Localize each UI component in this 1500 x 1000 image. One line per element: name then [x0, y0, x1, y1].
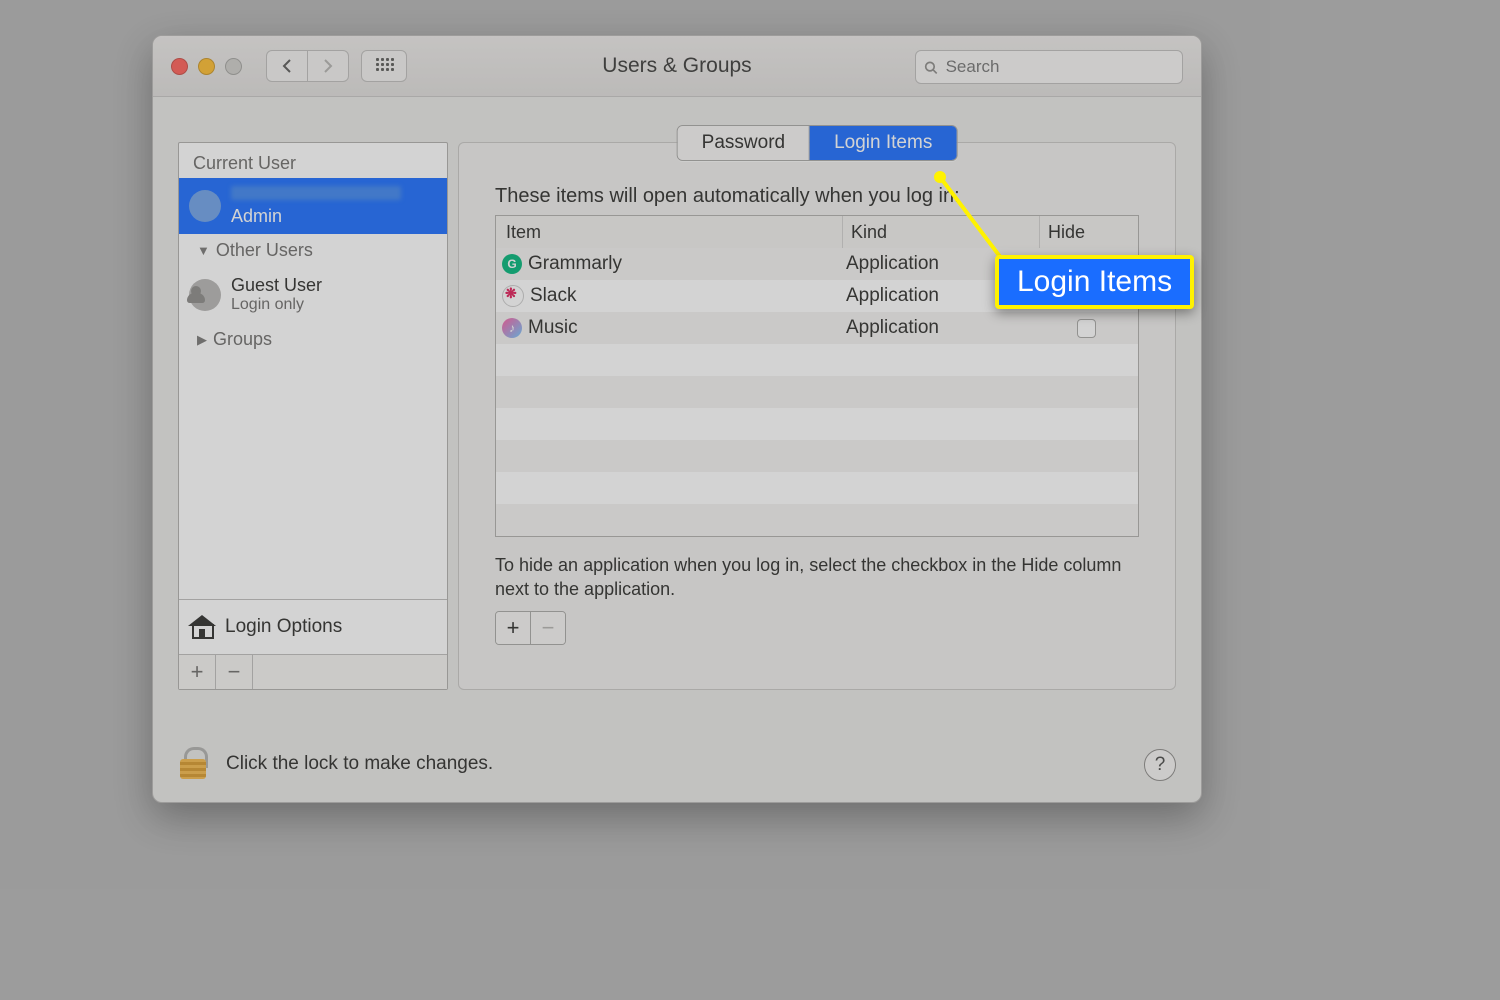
titlebar: Users & Groups [153, 36, 1201, 97]
search-icon [924, 60, 938, 75]
window-controls [171, 58, 242, 75]
current-user-name [231, 186, 401, 200]
tab-password[interactable]: Password [678, 126, 810, 160]
remove-user-button[interactable]: − [216, 655, 253, 689]
hide-checkbox[interactable] [1077, 319, 1096, 338]
guest-user-sub: Login only [231, 296, 322, 314]
col-item[interactable]: Item [496, 216, 843, 248]
disclosure-right-icon: ▶ [197, 332, 207, 348]
remove-login-item-button: − [531, 612, 565, 644]
house-icon [189, 616, 215, 638]
login-items-caption: These items will open automatically when… [495, 185, 1139, 208]
nav-buttons [266, 50, 349, 82]
avatar-icon [189, 190, 221, 222]
add-login-item-button[interactable]: + [496, 612, 531, 644]
item-name: Slack [530, 285, 576, 307]
help-button[interactable]: ? [1144, 749, 1176, 781]
search-input[interactable] [944, 56, 1174, 78]
table-row [496, 440, 1138, 472]
app-icon [502, 285, 524, 307]
lock-text: Click the lock to make changes. [226, 753, 493, 775]
table-row [496, 344, 1138, 376]
current-user-row[interactable]: Admin [179, 178, 447, 234]
item-kind: Application [838, 317, 1034, 339]
sidebar-add-remove: + − [179, 654, 447, 689]
table-row[interactable]: Music Application [496, 312, 1138, 344]
app-icon: G [502, 254, 522, 274]
hide-hint: To hide an application when you log in, … [495, 553, 1139, 602]
col-hide[interactable]: Hide [1040, 222, 1138, 243]
app-icon [502, 318, 522, 338]
guest-user-name: Guest User [231, 276, 322, 296]
minimize-icon[interactable] [198, 58, 215, 75]
current-user-label: Current User [179, 143, 447, 178]
item-name: Music [528, 317, 578, 339]
avatar-icon [189, 279, 221, 311]
preferences-window: Users & Groups Current User Admin ▼ Othe… [152, 35, 1202, 803]
current-user-role: Admin [231, 206, 282, 226]
table-row [496, 408, 1138, 440]
zoom-icon [225, 58, 242, 75]
lock-row: Click the lock to make changes. [178, 747, 493, 781]
tab-login-items[interactable]: Login Items [810, 126, 956, 160]
tabs: Password Login Items [677, 125, 958, 161]
login-options-label: Login Options [225, 616, 342, 638]
groups-label: Groups [213, 329, 272, 350]
main-panel: Password Login Items These items will op… [458, 142, 1176, 690]
search-field[interactable] [915, 50, 1183, 84]
guest-user-row[interactable]: Guest User Login only [179, 267, 447, 323]
table-header: Item Kind Hide [496, 216, 1138, 249]
table-row [496, 504, 1138, 536]
table-row [496, 376, 1138, 408]
login-items-add-remove: + − [495, 611, 566, 645]
show-all-button[interactable] [361, 50, 407, 82]
disclosure-down-icon: ▼ [197, 243, 210, 258]
grid-icon [376, 58, 392, 74]
other-users-header[interactable]: ▼ Other Users [179, 234, 447, 267]
col-kind[interactable]: Kind [843, 216, 1040, 248]
add-user-button[interactable]: + [179, 655, 216, 689]
other-users-label: Other Users [216, 240, 313, 261]
groups-header[interactable]: ▶ Groups [179, 323, 447, 356]
lock-icon[interactable] [178, 747, 208, 781]
login-options-row[interactable]: Login Options [179, 599, 447, 654]
back-button[interactable] [267, 51, 308, 81]
close-icon[interactable] [171, 58, 188, 75]
callout-label: Login Items [995, 255, 1194, 309]
item-name: Grammarly [528, 253, 622, 275]
forward-button [308, 51, 348, 81]
users-sidebar: Current User Admin ▼ Other Users Guest U… [178, 142, 448, 690]
table-row [496, 472, 1138, 504]
